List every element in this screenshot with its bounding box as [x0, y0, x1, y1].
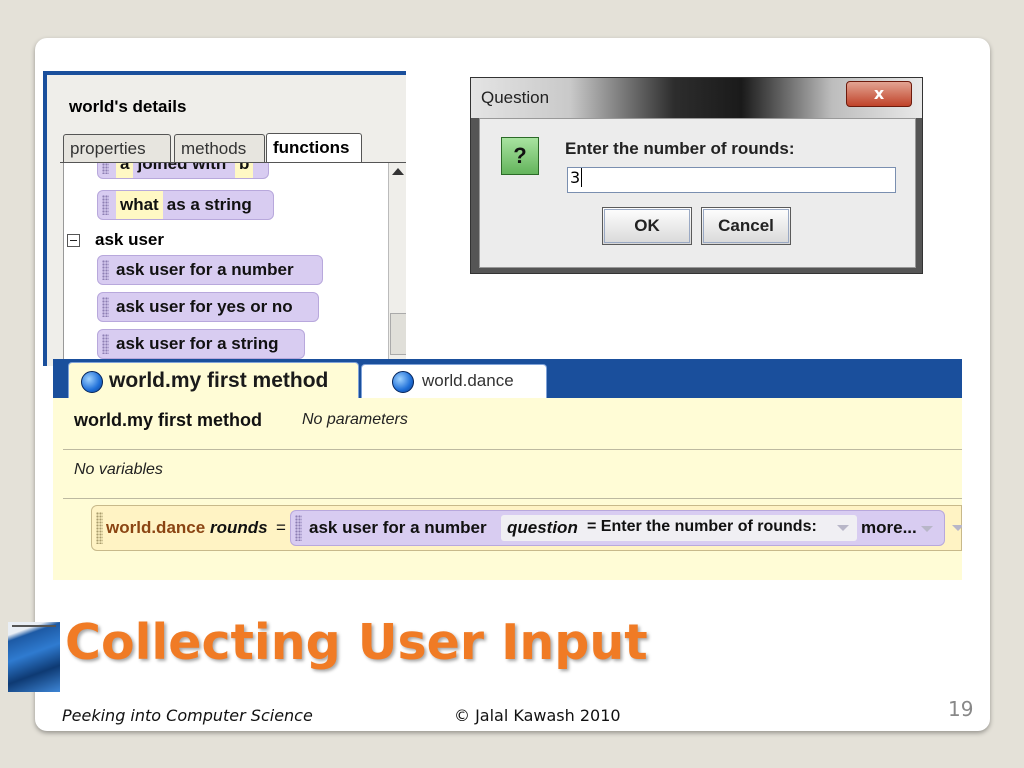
as-a-string-tile[interactable]: what as a string	[97, 190, 274, 220]
footer-copyright: © Jalal Kawash 2010	[454, 706, 621, 725]
statement-call: world.dance	[106, 518, 206, 537]
dialog-body: ? Enter the number of rounds: 3 OK Cance…	[479, 118, 916, 268]
book-cover-thumbnail	[8, 622, 60, 692]
list-scrollbar[interactable]	[388, 163, 406, 363]
no-variables-label: No variables	[74, 461, 163, 478]
tile-slot-a: a	[116, 163, 134, 178]
tile-text: as a string	[166, 195, 252, 214]
world-dance-statement[interactable]: world.dance rounds = ask user for a numb…	[91, 505, 962, 551]
question-dialog: Question x ? Enter the number of rounds:…	[470, 77, 923, 274]
tile-slot-what: what	[116, 191, 163, 219]
close-button[interactable]: x	[846, 81, 912, 107]
slide-title: Collecting User Input	[65, 614, 648, 671]
header-divider	[63, 449, 962, 450]
ok-button[interactable]: OK	[602, 207, 692, 245]
drag-grip-icon	[102, 260, 109, 280]
method-editor: world.my first method world.dance world.…	[53, 359, 962, 580]
tab-label: world.dance	[422, 371, 514, 390]
tab-my-first-method[interactable]: world.my first method	[68, 362, 359, 400]
scroll-thumb[interactable]	[390, 313, 406, 355]
world-details-panel: world's details properties methods funct…	[43, 71, 406, 366]
ask-number-tile[interactable]: ask user for a number	[97, 255, 323, 285]
tile-slot-b: b	[234, 163, 254, 178]
chevron-down-icon[interactable]	[921, 526, 933, 532]
drag-grip-icon	[102, 195, 109, 215]
tab-label: world.my first method	[109, 369, 329, 392]
drag-grip-icon	[102, 334, 109, 354]
editor-body: world.my first method No parameters No v…	[53, 398, 962, 580]
method-ball-icon	[392, 371, 414, 393]
footer-course: Peeking into Computer Science	[62, 706, 313, 725]
method-header-name: world.my first method	[74, 410, 263, 430]
question-param-field[interactable]: question = Enter the number of rounds:	[501, 515, 857, 541]
dialog-prompt: Enter the number of rounds:	[565, 139, 795, 158]
tile-label: ask user for yes or no	[116, 297, 293, 316]
drag-grip-icon	[102, 297, 109, 317]
answer-value: 3	[570, 168, 581, 187]
ask-call-label: ask user for a number	[309, 518, 487, 537]
chevron-down-icon[interactable]	[952, 525, 962, 531]
tile-text: joined with	[137, 163, 227, 173]
question-mark-icon: ?	[501, 137, 539, 175]
dialog-title: Question	[481, 88, 550, 107]
tile-label: ask user for a number	[116, 260, 294, 279]
tab-methods[interactable]: methods	[174, 134, 265, 162]
statement-equals: =	[276, 518, 286, 537]
joined-with-tile[interactable]: a joined with b	[97, 163, 269, 179]
chevron-down-icon[interactable]	[837, 525, 849, 531]
tab-world-dance[interactable]: world.dance	[361, 364, 547, 400]
scroll-up-arrow-icon[interactable]	[392, 168, 404, 175]
tile-label: ask user for a string	[116, 334, 279, 353]
ask-string-tile[interactable]: ask user for a string	[97, 329, 305, 359]
vars-divider	[63, 498, 962, 499]
cancel-button[interactable]: Cancel	[701, 207, 791, 245]
dialog-titlebar[interactable]: Question x	[471, 78, 922, 118]
collapse-minus-icon[interactable]	[67, 234, 80, 247]
answer-input[interactable]: 3	[567, 167, 896, 193]
functions-list: a joined with b what as a string ask user …	[63, 163, 390, 363]
section-ask-user: ask user	[95, 230, 164, 249]
ask-yes-no-tile[interactable]: ask user for yes or no	[97, 292, 319, 322]
tab-properties[interactable]: properties	[63, 134, 171, 162]
ask-number-call-tile[interactable]: ask user for a number question = Enter t…	[290, 510, 945, 546]
details-title: world's details	[69, 97, 187, 116]
drag-grip-icon	[295, 515, 302, 541]
question-value: = Enter the number of rounds:	[587, 518, 817, 535]
tab-functions[interactable]: functions	[266, 133, 362, 163]
drag-grip-icon	[96, 512, 103, 544]
method-ball-icon	[81, 371, 103, 393]
statement-arg: rounds	[210, 518, 268, 537]
more-button[interactable]: more...	[861, 518, 917, 538]
page-number: 19	[948, 697, 974, 721]
question-key: question	[507, 518, 578, 537]
drag-grip-icon	[102, 163, 109, 174]
method-header-params: No parameters	[302, 411, 408, 428]
